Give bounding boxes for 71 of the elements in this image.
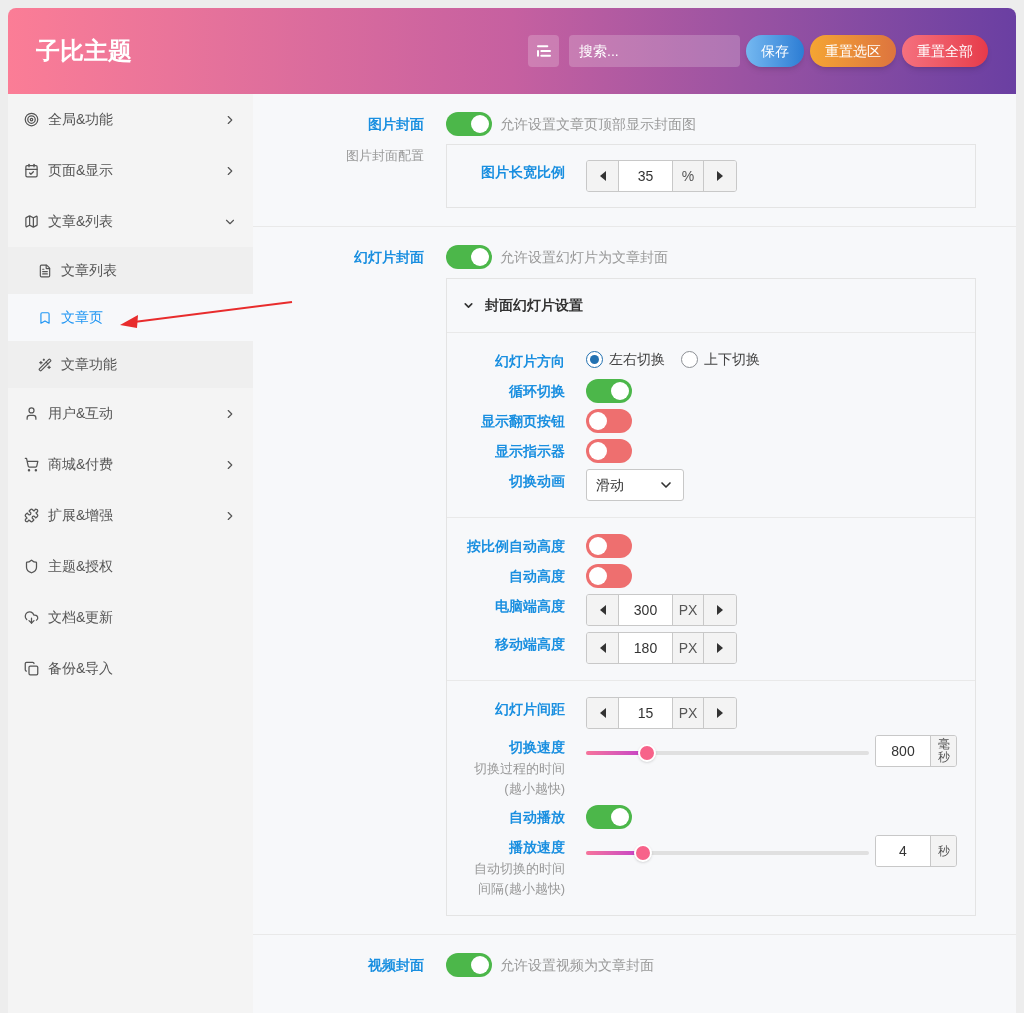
menu-button[interactable] [528,35,559,67]
slider-thumb[interactable] [633,843,652,862]
sidebar-subitem[interactable]: 文章功能 [8,341,253,388]
sidebar-item[interactable]: 扩展&增强 [8,490,253,541]
field-label: 切换动画 [509,472,565,491]
slider-track[interactable] [586,843,869,862]
sidebar-item[interactable]: 商城&付费 [8,439,253,490]
field-hint: 间隔(越小越快) [478,880,565,898]
field-label: 电脑端高度 [495,597,565,616]
field-label: 图片长宽比例 [481,163,565,182]
sidebar-item-icon [24,661,39,676]
sidebar-subitem[interactable]: 文章列表 [8,247,253,294]
field-label: 幻灯片方向 [495,352,565,371]
sidebar-item[interactable]: 全局&功能 [8,94,253,145]
radio-button[interactable] [681,351,698,368]
slider-track[interactable] [586,743,869,762]
field-label: 循环切换 [509,382,565,401]
setting-label: 视频封面 [367,956,424,975]
toggle-switch[interactable] [446,953,492,977]
setting-description: 允许设置幻灯片为文章封面 [500,247,668,267]
field-hint: 自动切换的时间 [474,860,565,878]
sidebar-subitem-icon [38,357,52,372]
sidebar-item-icon [24,508,39,523]
sidebar-item-icon [24,610,39,625]
field-label: 按比例自动高度 [467,537,565,556]
sidebar-item[interactable]: 主题&授权 [8,541,253,592]
slider-thumb[interactable] [637,743,656,762]
toggle-switch[interactable] [586,564,632,588]
toggle-switch[interactable] [446,245,492,269]
radio-label: 左右切换 [609,350,665,369]
field-label: 播放速度 [509,838,565,857]
setting-label: 幻灯片封面 [353,248,424,267]
toggle-switch[interactable] [446,112,492,136]
sidebar-item[interactable]: 文档&更新 [8,592,253,643]
field-label: 自动播放 [509,808,565,827]
sidebar-item[interactable]: 用户&互动 [8,388,253,439]
sidebar-item[interactable]: 备份&导入 [8,643,253,694]
sidebar-item-icon [24,559,39,574]
toggle-switch[interactable] [586,805,632,829]
radio-label: 上下切换 [704,350,760,369]
field-label: 显示翻页按钮 [481,412,565,431]
toggle-switch[interactable] [586,534,632,558]
field-label: 幻灯片间距 [495,700,565,719]
sidebar-item[interactable]: 页面&显示 [8,145,253,196]
sidebar-item-icon [24,457,39,472]
sidebar-subitem-icon [38,310,52,325]
field-label: 切换速度 [509,738,565,757]
select-dropdown[interactable]: 滑动 [586,469,684,501]
setting-description: 允许设置文章页顶部显示封面图 [500,114,696,134]
field-label: 自动高度 [509,567,565,586]
sidebar-item[interactable]: 文章&列表 [8,196,253,247]
field-hint: (越小越快) [504,780,565,798]
app-title: 子比主题 [36,36,132,66]
sidebar-item-icon [24,406,39,421]
toggle-switch[interactable] [586,409,632,433]
sidebar-item-icon [24,163,39,178]
toggle-switch[interactable] [586,379,632,403]
setting-description: 允许设置视频为文章封面 [500,955,654,975]
accordion-header[interactable]: 封面幻灯片设置 [447,279,975,333]
header-button[interactable]: 重置全部 [902,35,988,67]
field-label: 显示指示器 [495,442,565,461]
sidebar-item-icon [24,214,39,229]
sidebar-subitem-icon [38,263,52,278]
setting-label: 图片封面配置 [345,147,424,165]
radio-button[interactable] [586,351,603,368]
sidebar-item-icon [24,112,39,127]
field-hint: 切换过程的时间 [474,760,565,778]
setting-label: 图片封面 [367,115,424,134]
toggle-switch[interactable] [586,439,632,463]
menu-icon [535,43,552,59]
field-label: 移动端高度 [495,635,565,654]
